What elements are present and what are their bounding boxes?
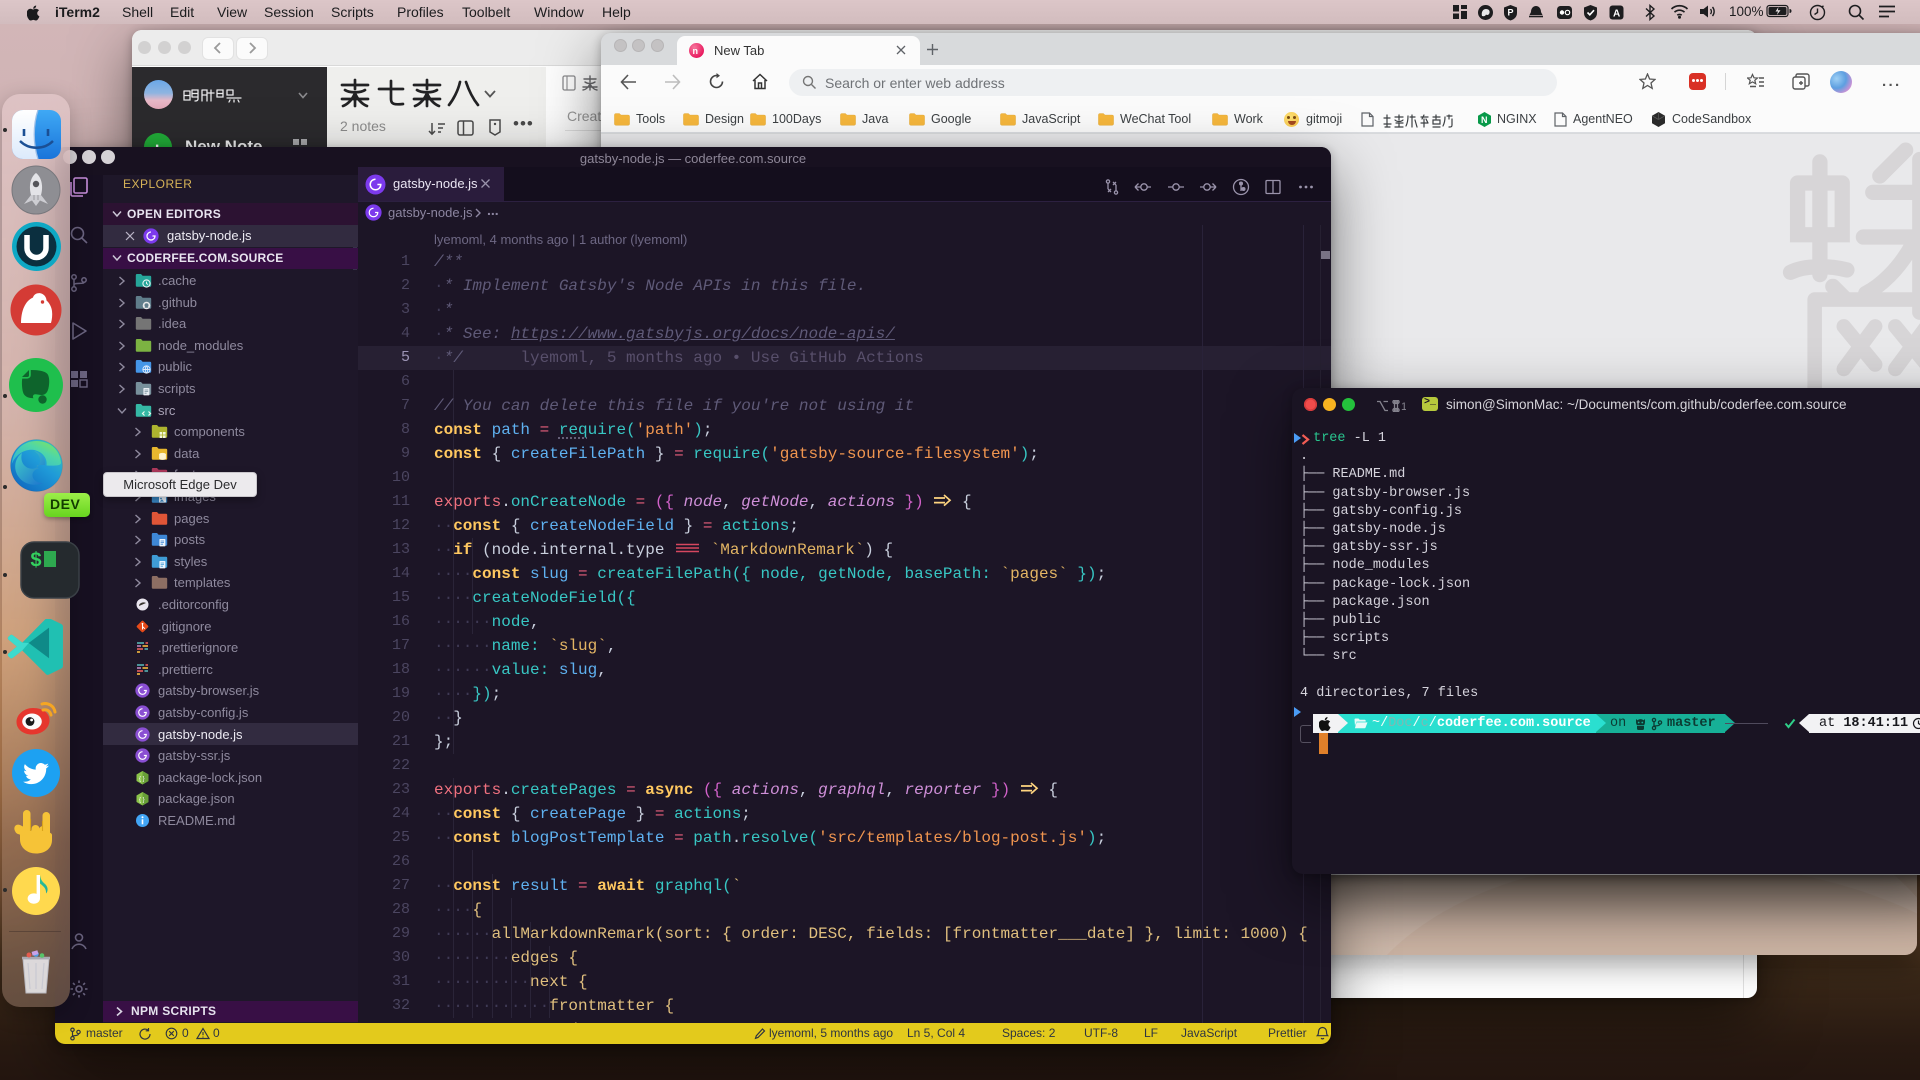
svg-text:1: 1 xyxy=(1401,401,1406,412)
svg-text:{ }: { } xyxy=(139,798,145,804)
svg-text:A: A xyxy=(1613,9,1620,20)
svg-text:P: P xyxy=(1508,8,1514,18)
svg-text:$: $ xyxy=(30,550,42,573)
svg-text:{ }: { } xyxy=(139,777,145,783)
svg-text:N: N xyxy=(1481,115,1488,125)
